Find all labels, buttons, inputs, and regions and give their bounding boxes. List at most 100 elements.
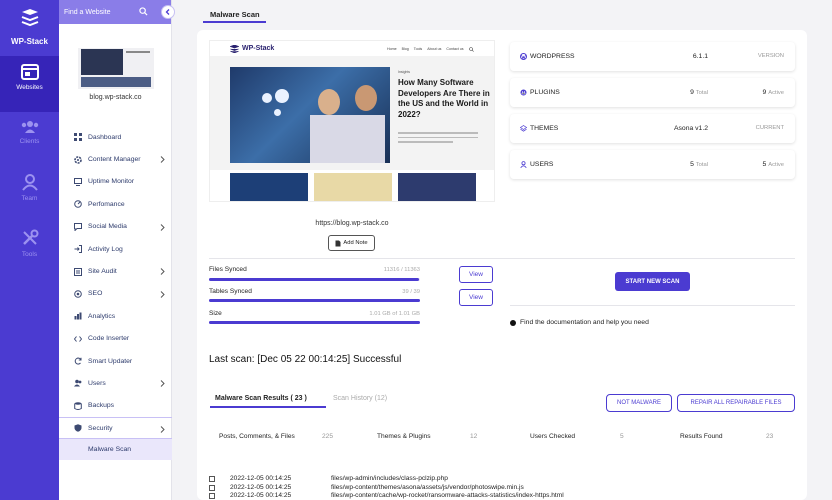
preview-tag: Insights xyxy=(398,70,411,74)
tab-scan-history[interactable]: Scan History (12) xyxy=(333,395,387,402)
refresh-icon xyxy=(74,357,82,365)
app-rail: WP-Stack Websites Clients Team Tools xyxy=(0,0,59,500)
rail-item-label: Websites xyxy=(16,84,43,91)
preview-hero: Insights How Many Software Developers Ar… xyxy=(210,56,494,170)
files-synced-bar-fill xyxy=(209,278,420,281)
sidebar-item-code-inserter[interactable]: Code Inserter xyxy=(59,328,172,350)
row-checkbox[interactable] xyxy=(209,493,215,499)
start-new-scan-button[interactable]: START NEW SCAN xyxy=(615,272,690,291)
site-url: blog.wp-stack.co xyxy=(89,94,142,101)
brand[interactable]: WP-Stack xyxy=(0,8,59,46)
rail-item-label: Tools xyxy=(21,251,38,258)
row-checkbox[interactable] xyxy=(209,485,215,491)
page-tab-underline xyxy=(203,21,266,23)
stat-themes-label: Themes & Plugins xyxy=(377,433,431,440)
rail-item-tools[interactable]: Tools xyxy=(0,229,59,258)
tools-icon xyxy=(22,229,38,245)
sidebar-item-content-manager[interactable]: Content Manager xyxy=(59,148,172,170)
sidebar-item-seo[interactable]: SEO xyxy=(59,283,172,305)
find-website-input[interactable]: Find a Website xyxy=(59,0,171,24)
files-synced-value: 11316 / 11363 xyxy=(383,267,420,273)
documentation-link[interactable]: Find the documentation and help you need xyxy=(510,319,649,326)
sidebar-item-performance[interactable]: Perfomance xyxy=(59,193,172,215)
not-malware-button[interactable]: NOT MALWARE xyxy=(606,394,672,412)
results-tab-underline xyxy=(210,406,326,408)
divider xyxy=(209,258,795,259)
add-note-button[interactable]: Add Note xyxy=(328,235,375,251)
chevron-right-icon xyxy=(160,290,165,298)
search-icon[interactable] xyxy=(139,7,148,16)
info-row-users: USERS 5 Total 5 Active xyxy=(510,150,795,179)
stat-users-label: Users Checked xyxy=(530,433,576,440)
wordpress-icon xyxy=(520,53,527,60)
bullet-icon xyxy=(510,319,516,326)
database-icon xyxy=(74,402,82,410)
preview-card-2 xyxy=(314,173,392,201)
last-scan-status: Last scan: [Dec 05 22 00:14:25] Successf… xyxy=(209,354,402,365)
files-synced-label: Files Synced xyxy=(209,266,247,273)
view-tables-button[interactable]: View xyxy=(459,289,493,306)
rail-item-team[interactable]: Team xyxy=(0,173,59,202)
files-synced-bar xyxy=(209,278,420,281)
tables-synced-bar xyxy=(209,299,420,302)
tables-synced-bar-fill xyxy=(209,299,420,302)
sidebar-item-activity-log[interactable]: Activity Log xyxy=(59,238,172,260)
user-icon xyxy=(21,174,38,191)
page-tab-malware-scan[interactable]: Malware Scan xyxy=(210,10,260,19)
chevron-right-icon xyxy=(160,426,165,433)
sidebar-nav: Dashboard Content Manager Uptime Monitor… xyxy=(59,126,172,461)
tab-malware-scan-results[interactable]: Malware Scan Results ( 23 ) xyxy=(215,395,307,402)
find-website-placeholder: Find a Website xyxy=(64,8,111,16)
repair-all-button[interactable]: REPAIR ALL REPAIRABLE FILES xyxy=(677,394,795,412)
sidebar-item-social-media[interactable]: Social Media xyxy=(59,216,172,238)
sidebar-item-security[interactable]: Security xyxy=(59,417,172,440)
info-row-wordpress: WORDPRESS 6.1.1 VERSION xyxy=(510,42,795,71)
preview-article-title: How Many Software Developers Are There i… xyxy=(398,78,490,119)
site-thumbnail[interactable] xyxy=(78,43,154,89)
sidebar-item-uptime-monitor[interactable]: Uptime Monitor xyxy=(59,171,172,193)
info-row-plugins: PLUGINS 9 Total 9 Active xyxy=(510,78,795,107)
shield-icon xyxy=(74,424,82,433)
stat-themes-count: 12 xyxy=(470,433,478,440)
gear-icon xyxy=(74,155,82,164)
rail-item-label: Clients xyxy=(19,138,40,145)
preview-logo-icon xyxy=(230,44,239,53)
stat-users-count: 5 xyxy=(620,433,624,440)
preview-menu: Home Blog Tools About us Contact us xyxy=(387,47,474,52)
users-icon xyxy=(74,379,82,387)
chevron-right-icon xyxy=(160,223,165,231)
note-icon xyxy=(335,240,341,246)
target-icon xyxy=(74,290,82,298)
themes-icon xyxy=(520,125,527,132)
user-icon xyxy=(520,161,527,168)
preview-hero-image xyxy=(230,67,390,163)
sidebar-item-users[interactable]: Users xyxy=(59,372,172,394)
size-value: 1.01 GB of 1.01 GB xyxy=(369,311,420,317)
audit-icon xyxy=(74,267,82,276)
rail-item-websites[interactable]: Websites xyxy=(0,56,59,112)
sidebar-subitem-malware-scan[interactable]: Malware Scan xyxy=(59,439,172,461)
website-preview: WP-Stack Home Blog Tools About us Contac… xyxy=(209,40,495,202)
preview-card-1 xyxy=(230,173,308,201)
row-checkbox[interactable] xyxy=(209,476,215,482)
group-icon xyxy=(21,121,38,133)
size-bar-fill xyxy=(209,321,420,324)
rail-item-clients[interactable]: Clients xyxy=(0,120,59,145)
sidebar-item-site-audit[interactable]: Site Audit xyxy=(59,260,172,282)
size-bar xyxy=(209,321,420,324)
sidebar-item-analytics[interactable]: Analytics xyxy=(59,305,172,327)
sidebar-item-dashboard[interactable]: Dashboard xyxy=(59,126,172,148)
collapse-sidebar-button[interactable] xyxy=(161,5,175,19)
divider xyxy=(510,305,795,306)
code-icon xyxy=(74,335,82,343)
rail-item-label: Team xyxy=(21,195,38,202)
plugin-icon xyxy=(520,89,527,96)
tables-synced-value: 39 / 39 xyxy=(402,289,420,295)
table-row: 2022-12-05 00:14:25 files/wp-content/cac… xyxy=(209,492,799,500)
sidebar-item-smart-updater[interactable]: Smart Updater xyxy=(59,350,172,372)
sidebar-item-backups[interactable]: Backups xyxy=(59,395,172,417)
view-files-button[interactable]: View xyxy=(459,266,493,283)
brand-name: WP-Stack xyxy=(11,37,48,46)
gauge-icon xyxy=(74,200,82,209)
chevron-right-icon xyxy=(160,380,165,388)
